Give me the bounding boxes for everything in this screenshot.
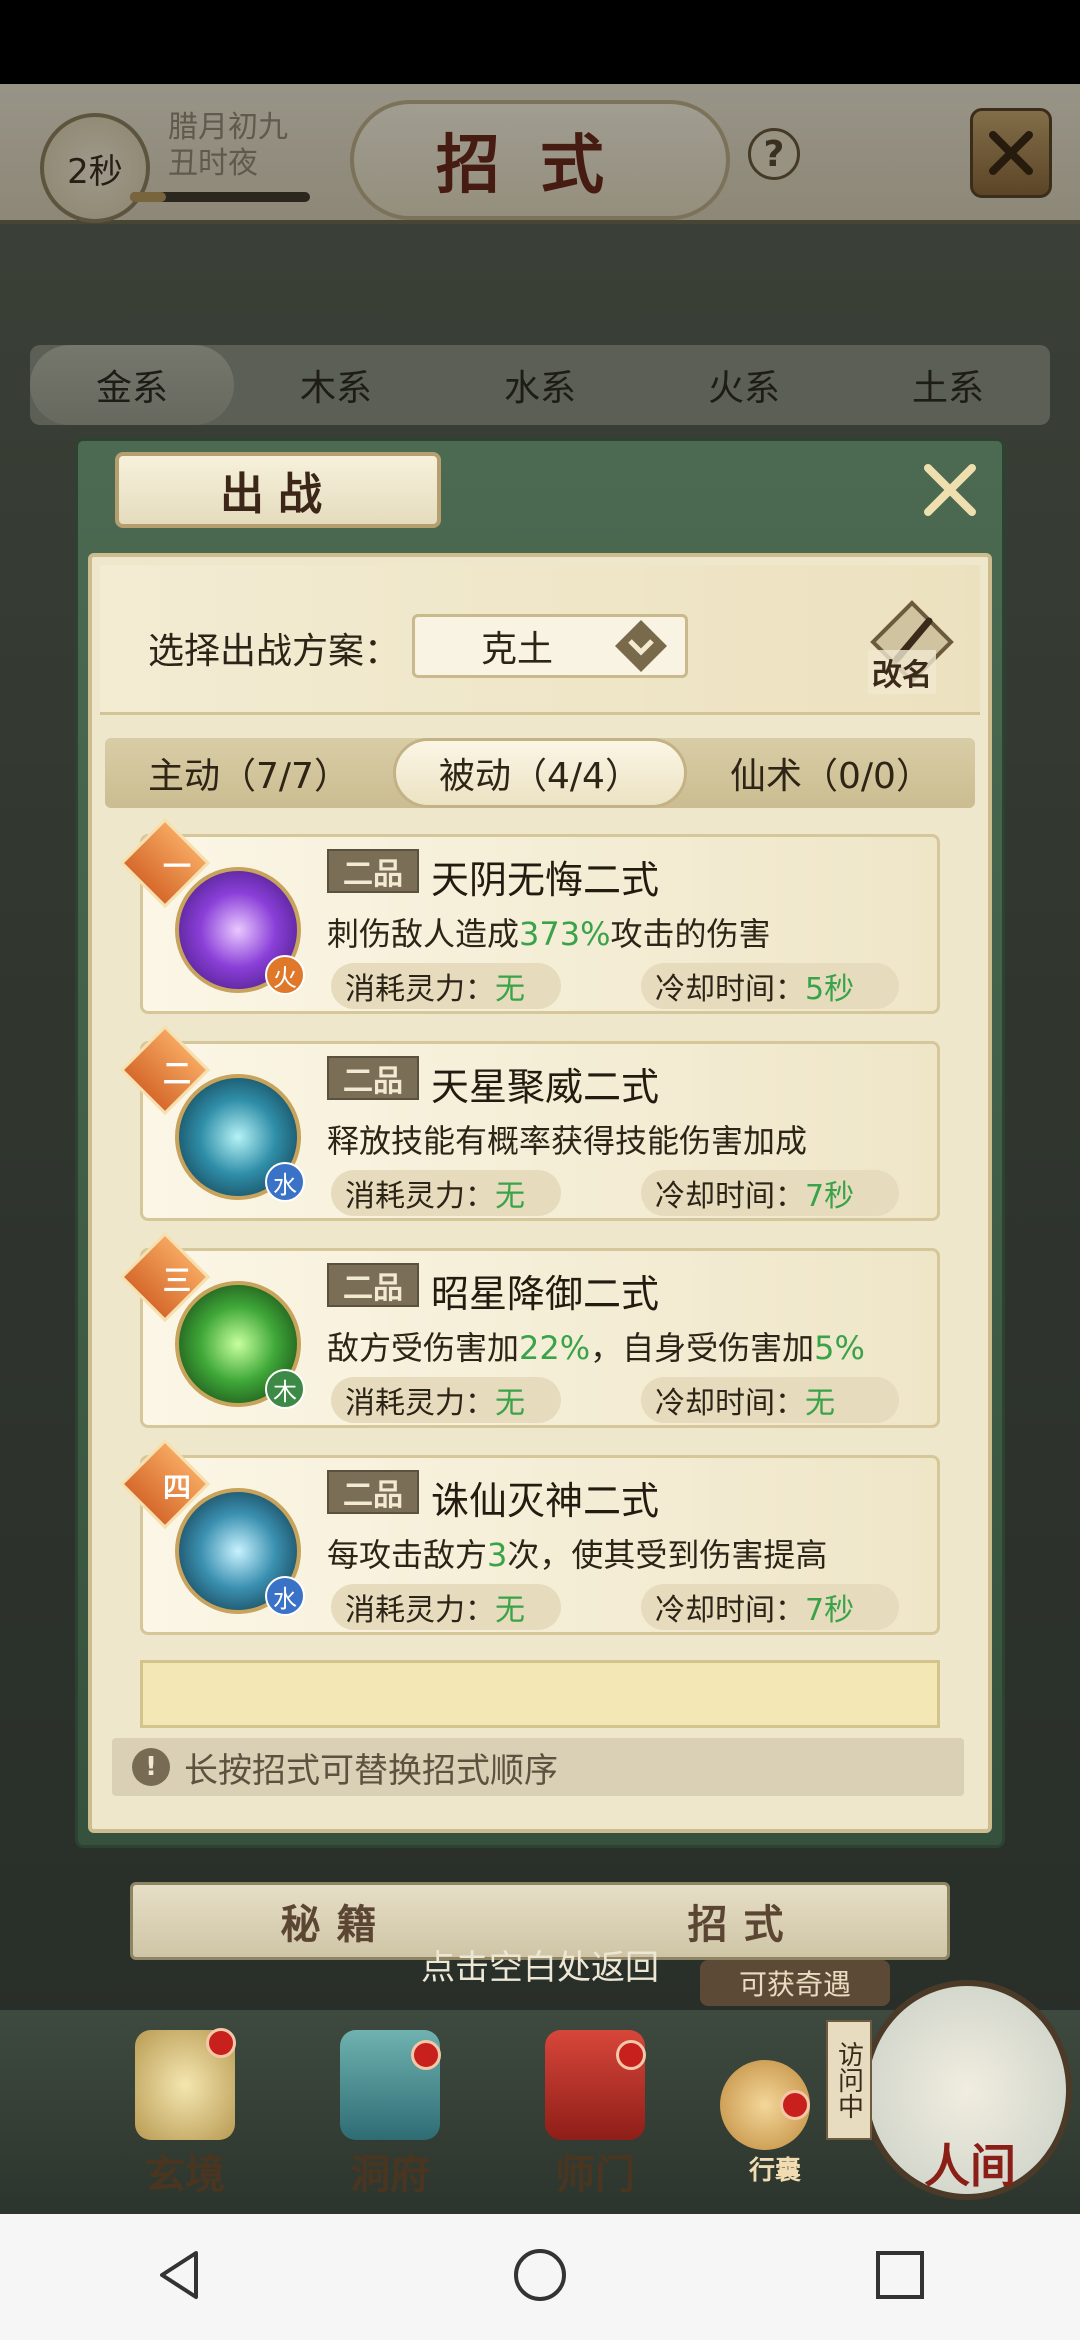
- grade-tag: 二品: [327, 1470, 419, 1514]
- skill-card[interactable]: 二 水 二品 天星聚威二式 释放技能有概率获得技能伤害加成 消耗灵力：无 冷却时…: [119, 1024, 940, 1221]
- cost-pill: 消耗灵力：无: [331, 1170, 561, 1216]
- element-badge: 水: [265, 1576, 305, 1616]
- visiting-tag: 访问中: [826, 2020, 872, 2140]
- rank-number: 三: [162, 1264, 191, 1297]
- notification-dot: [206, 2028, 236, 2058]
- skill-description: 释放技能有概率获得技能伤害加成: [327, 1122, 808, 1160]
- element-badge: 水: [265, 1162, 305, 1202]
- notification-dot: [780, 2090, 810, 2120]
- skill-name: 昭星降御二式: [431, 1272, 660, 1316]
- nav-xuanjing[interactable]: 玄境: [110, 2028, 260, 2200]
- system-nav-bar: [0, 2214, 1080, 2340]
- return-hint: 点击空白处返回: [421, 1948, 659, 1988]
- status-bar: [0, 0, 1080, 84]
- modal-title: 出战: [115, 452, 441, 528]
- skill-description: 每攻击敌方3次，使其受到伤害提高: [327, 1536, 828, 1574]
- cost-pill: 消耗灵力：无: [331, 1377, 561, 1423]
- nav-dongfu[interactable]: 洞府: [315, 2030, 465, 2200]
- recents-icon[interactable]: [872, 2247, 928, 2307]
- skill-card[interactable]: 四 水 二品 诛仙灭神二式 每攻击敌方3次，使其受到伤害提高 消耗灵力：无 冷却…: [119, 1438, 940, 1635]
- cost-pill: 消耗灵力：无: [331, 1584, 561, 1630]
- nav-label: 师门: [555, 2152, 635, 2198]
- cost-pill: 消耗灵力：无: [331, 963, 561, 1009]
- grade-tag: 二品: [327, 849, 419, 893]
- notification-dot: [616, 2040, 646, 2070]
- cooldown-pill: 冷却时间： 7秒: [641, 1170, 899, 1216]
- grade-tag: 二品: [327, 1056, 419, 1100]
- skill-description: 刺伤敌人造成373%攻击的伤害: [327, 915, 771, 953]
- cooldown-pill: 冷却时间： 7秒: [641, 1584, 899, 1630]
- close-icon: [924, 464, 976, 516]
- tab-active-skills[interactable]: 主动（7/7）: [105, 738, 393, 808]
- hint-bar: ! 长按招式可替换招式顺序: [112, 1738, 964, 1796]
- nav-label: 玄境: [145, 2152, 225, 2198]
- skill-name: 诛仙灭神二式: [431, 1479, 660, 1523]
- modal-close-button[interactable]: [915, 455, 985, 525]
- rename-label: 改名: [868, 650, 936, 694]
- nav-label: 洞府: [350, 2152, 430, 2198]
- skill-name: 天星聚威二式: [431, 1065, 660, 1109]
- rank-number: 二: [162, 1057, 191, 1090]
- cooldown-pill: 冷却时间：无: [641, 1377, 899, 1423]
- grade-tag: 二品: [327, 1263, 419, 1307]
- adventure-tag: 可获奇遇: [700, 1960, 890, 2006]
- skill-type-tabs: 主动（7/7） 被动（4/4） 仙术（0/0）: [105, 738, 975, 808]
- empty-skill-slot[interactable]: [140, 1660, 940, 1728]
- skill-name: 天阴无悔二式: [431, 858, 660, 902]
- rank-number: 一: [162, 850, 191, 883]
- renjian-label: 人间: [924, 2139, 1016, 2193]
- dropdown-icon[interactable]: [610, 614, 672, 678]
- tab-immortal-arts[interactable]: 仙术（0/0）: [687, 738, 975, 808]
- cooldown-pill: 冷却时间： 5秒: [641, 963, 899, 1009]
- element-badge: 火: [265, 955, 305, 995]
- nav-label: 行囊: [748, 2156, 801, 2186]
- back-icon[interactable]: [152, 2247, 208, 2307]
- diamond-chevron-icon: [615, 620, 667, 672]
- rank-number: 四: [162, 1471, 191, 1504]
- notification-dot: [411, 2040, 441, 2070]
- element-badge: 木: [265, 1369, 305, 1409]
- tab-passive-skills[interactable]: 被动（4/4）: [393, 738, 687, 808]
- nav-shimen[interactable]: 师门: [520, 2030, 670, 2200]
- skill-card[interactable]: 一 火 二品 天阴无悔二式 刺伤敌人造成373%攻击的伤害 消耗灵力：无 冷却时…: [119, 817, 940, 1014]
- skill-description: 敌方受伤害加22%，自身受伤害加5%: [327, 1329, 865, 1367]
- skill-card[interactable]: 三 木 二品 昭星降御二式 敌方受伤害加22%，自身受伤害加5% 消耗灵力：无 …: [119, 1231, 940, 1428]
- info-icon: !: [132, 1748, 170, 1786]
- plan-label: 选择出战方案：: [148, 631, 401, 672]
- home-icon[interactable]: [512, 2247, 568, 2307]
- hint-text: 长按招式可替换招式顺序: [184, 1750, 558, 1791]
